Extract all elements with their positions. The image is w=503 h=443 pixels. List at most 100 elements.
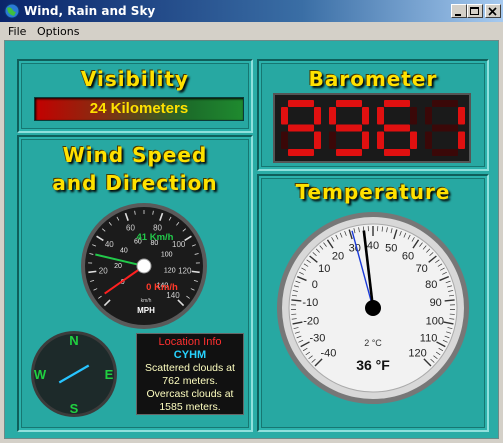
globe-icon xyxy=(4,3,20,19)
thermo-tick-label: -20 xyxy=(303,315,319,327)
led-segment xyxy=(314,131,321,149)
compass-east-label: E xyxy=(105,367,114,382)
compass-north-label: N xyxy=(69,333,78,348)
wind-speed-label: 41 Km/h xyxy=(137,232,174,243)
wind-unit-small: km/h xyxy=(141,298,152,304)
led-segment xyxy=(384,124,410,132)
thermo-tick-label: 40 xyxy=(367,240,379,252)
led-segment xyxy=(336,100,362,107)
thermo-value-label: 36 °F xyxy=(356,357,390,373)
led-segment xyxy=(377,107,384,125)
wind-heading: Wind Speed and Direction xyxy=(19,141,251,197)
led-segment xyxy=(336,124,362,132)
thermo-celsius-unit: 2 °C xyxy=(364,338,382,348)
wind-heading-line1: Wind Speed xyxy=(62,143,208,167)
led-segment xyxy=(288,149,314,156)
led-segment xyxy=(432,124,458,132)
thermo-tick xyxy=(291,299,302,302)
led-segment xyxy=(384,149,410,156)
barometer-panel: Barometer xyxy=(257,59,489,171)
led-digit-2 xyxy=(377,100,417,156)
gauge-kmh-tick-label: 40 xyxy=(105,240,114,249)
wind-panel: Wind Speed and Direction 20 40 60 80 100 120 1… xyxy=(17,135,253,432)
led-segment xyxy=(432,149,458,156)
maximize-button[interactable] xyxy=(467,4,483,18)
gauge-mph-tick-label: 120 xyxy=(164,268,176,275)
thermo-tick-label: 110 xyxy=(420,333,438,345)
led-segment xyxy=(458,131,465,149)
led-digit-1 xyxy=(329,100,369,156)
main-panel: Visibility 24 Kilometers Barometer Wind … xyxy=(4,40,499,439)
thermo-tick-label: 70 xyxy=(416,263,428,275)
led-segment xyxy=(329,107,336,125)
barometer-heading: Barometer xyxy=(308,67,438,91)
thermo-tick-label: 100 xyxy=(426,315,444,327)
gauge-kmh-tick-label: 80 xyxy=(153,223,162,232)
thermo-hub xyxy=(365,300,381,316)
compass-west-label: W xyxy=(34,367,47,382)
led-segment xyxy=(314,107,321,125)
led-digit-0 xyxy=(281,100,321,156)
gauge-kmh-tick-label: 120 xyxy=(178,267,192,276)
thermo-tick-label: 10 xyxy=(318,263,330,275)
led-segment xyxy=(288,100,314,107)
led-segment xyxy=(288,124,314,132)
visibility-panel: Visibility 24 Kilometers xyxy=(17,59,253,133)
led-segment xyxy=(458,107,465,125)
gauge-mph-tick-label: 20 xyxy=(114,263,122,270)
compass-south-label: S xyxy=(70,401,79,416)
thermo-tick-label: -40 xyxy=(320,348,336,360)
title-bar: Wind, Rain and Sky xyxy=(0,0,503,22)
visibility-heading: Visibility xyxy=(80,67,190,91)
gauge-hub xyxy=(136,258,152,274)
wind-heading-line2: and Direction xyxy=(52,171,218,195)
led-segment xyxy=(281,107,288,125)
led-segment xyxy=(410,131,417,149)
led-segment xyxy=(362,107,369,125)
gauge-kmh-tick-label: 100 xyxy=(172,240,186,249)
gauge-kmh-tick-label: 20 xyxy=(99,267,108,276)
minimize-button[interactable] xyxy=(451,4,467,18)
led-segment xyxy=(410,107,417,125)
thermo-tick-label: 50 xyxy=(385,243,397,255)
location-info-title: Location Info xyxy=(158,336,222,348)
temperature-panel: Temperature -40 -30 -20 -10 0 10 20 30 40 50 60 70 8… xyxy=(257,174,489,432)
gauge-mph-tick-label: 40 xyxy=(120,248,128,255)
thermo-tick-label: 90 xyxy=(430,297,442,309)
thermo-tick-label: 0 xyxy=(312,279,318,291)
wind-unit-main: MPH xyxy=(137,306,155,315)
maximize-icon xyxy=(470,7,479,15)
close-icon xyxy=(488,7,497,16)
led-segment xyxy=(425,131,432,149)
menu-options[interactable]: Options xyxy=(37,25,79,38)
gauge-mph-tick-label: 100 xyxy=(161,251,173,258)
led-segment xyxy=(329,131,336,149)
gauge-tick xyxy=(88,270,97,274)
led-segment xyxy=(377,131,384,149)
gauge-tick xyxy=(191,270,200,274)
led-segment xyxy=(336,149,362,156)
thermo-tick-label: 60 xyxy=(402,251,414,263)
wind-gust-label: 0 Km/h xyxy=(146,282,178,293)
led-digit-3 xyxy=(425,100,465,156)
led-segment xyxy=(384,100,410,107)
temperature-dial: -40 -30 -20 -10 01020 30 40 50 6070 80 90 100 110 120… xyxy=(277,212,469,404)
visibility-value: 24 Kilometers xyxy=(89,100,189,117)
location-station-code: CYHM xyxy=(173,349,207,361)
menu-bar: File Options xyxy=(0,22,503,40)
location-description: Scattered clouds at 762 meters. Overcast… xyxy=(145,362,235,413)
location-info-box: Location Info CYHM Scattered clouds at 7… xyxy=(136,333,244,415)
wind-speed-gauge: 204060 801001201400204060 8010012014041 Km… xyxy=(81,203,207,329)
thermo-tick-label: 80 xyxy=(425,279,437,291)
gauge-kmh-tick-label: 60 xyxy=(126,223,135,232)
led-segment xyxy=(425,107,432,125)
barometer-led-digits xyxy=(281,100,465,156)
menu-file[interactable]: File xyxy=(8,25,26,38)
thermo-tick-label: 120 xyxy=(408,348,426,360)
barometer-display xyxy=(273,93,471,163)
close-button[interactable] xyxy=(485,4,501,18)
thermo-tick-label: 20 xyxy=(332,251,344,263)
led-segment xyxy=(281,131,288,149)
visibility-bar: 24 Kilometers xyxy=(34,97,244,121)
thermo-tick xyxy=(444,299,455,302)
